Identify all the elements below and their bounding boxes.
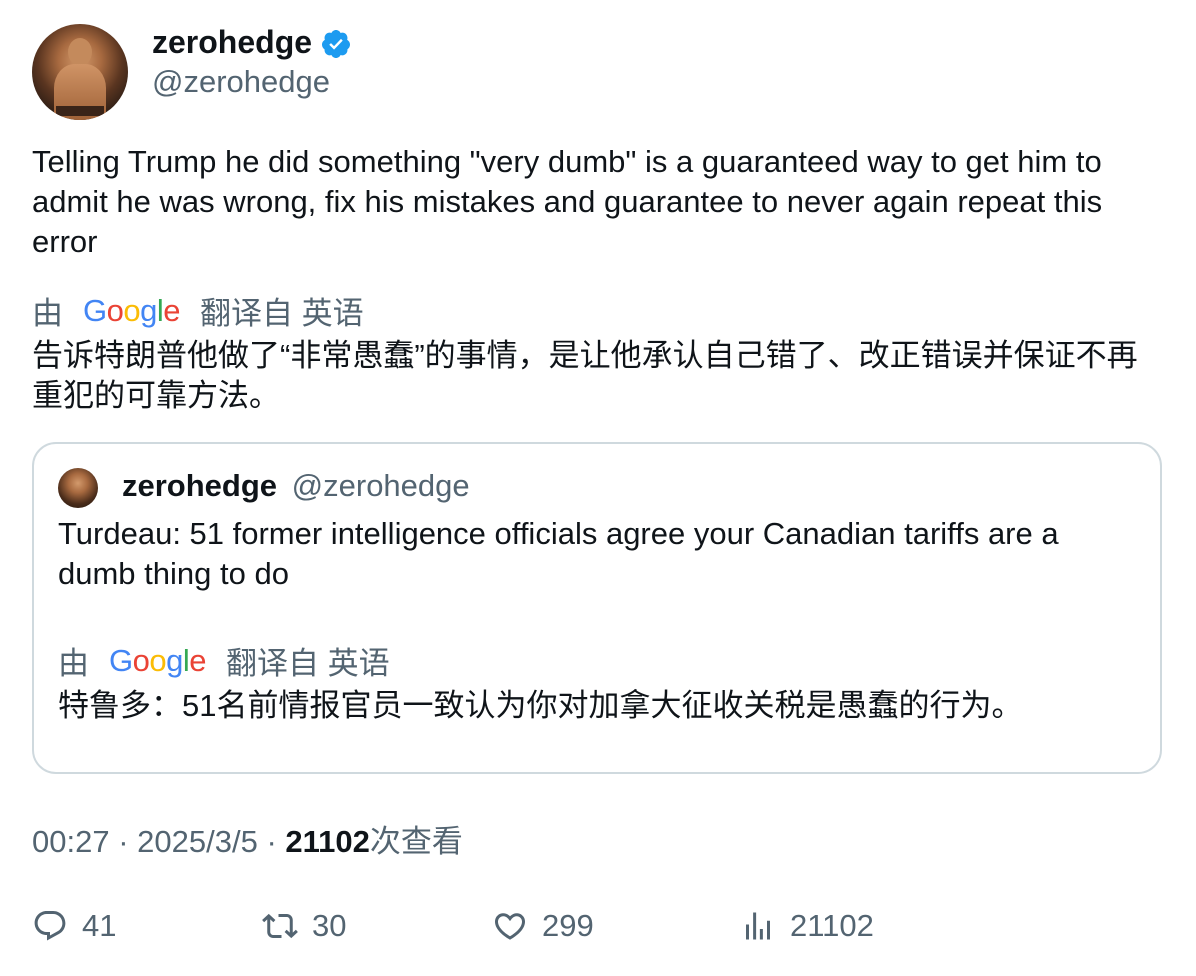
quoted-google-logo[interactable]: Google [109, 643, 207, 679]
quoted-translation-attribution: 由 Google 翻译自 英语 [58, 638, 390, 683]
reply-button[interactable]: 41 [32, 908, 116, 944]
quoted-translation-by: 由 [58, 646, 89, 681]
tweet-time[interactable]: 00:27 [32, 824, 110, 859]
quoted-translated-text: 特鲁多：51名前情报官员一致认为你对加拿大征收关税是愚蠢的行为。 [58, 688, 1023, 723]
analytics-icon [746, 912, 770, 940]
tweet-date[interactable]: 2025/3/5 [137, 824, 258, 859]
quoted-author-avatar [58, 468, 98, 508]
translation-by: 由 [32, 296, 63, 331]
author-name[interactable]: zerohedge [152, 22, 312, 62]
retweet-count: 30 [312, 908, 347, 943]
author-avatar[interactable] [32, 24, 128, 120]
like-button[interactable]: 299 [492, 908, 594, 944]
like-count: 299 [542, 908, 594, 943]
translation-attribution: 由 Google 翻译自 英语 [32, 288, 364, 333]
author-handle[interactable]: @zerohedge [152, 62, 330, 102]
view-count: 21102 [285, 824, 370, 859]
quoted-translation-from-label: 翻译自 英语 [226, 646, 390, 681]
reply-icon [34, 911, 66, 941]
meta-separator: · [118, 824, 129, 859]
action-bar: 41 30 299 21102 [0, 908, 1196, 952]
views-label: 次查看 [369, 824, 463, 859]
quoted-author-handle: @zerohedge [291, 468, 470, 503]
quoted-author-name: zerohedge [122, 468, 278, 503]
quoted-header: zerohedge @zerohedge [122, 466, 470, 506]
views-button[interactable]: 21102 [740, 908, 874, 944]
translated-text: 告诉特朗普他做了“非常愚蠢”的事情，是让他承认自己错了、改正错误并保证不再重犯的… [32, 338, 1138, 413]
retweet-button[interactable]: 30 [262, 908, 346, 944]
heart-icon [494, 913, 526, 940]
tweet-meta: 00:27 · 2025/3/5 · 21102次查看 [32, 822, 463, 862]
quoted-tweet-text: Turdeau: 51 former intelligence official… [58, 516, 1059, 591]
tweet-text: Telling Trump he did something "very dum… [32, 144, 1103, 259]
meta-separator: · [266, 824, 277, 859]
google-logo[interactable]: Google [83, 293, 181, 329]
verified-badge-icon [321, 30, 350, 58]
retweet-icon [262, 913, 298, 939]
quoted-tweet-card[interactable]: zerohedge @zerohedge Turdeau: 51 former … [32, 442, 1162, 774]
views-count: 21102 [790, 908, 874, 943]
translation-from-label: 翻译自 英语 [200, 296, 364, 331]
reply-count: 41 [82, 908, 117, 943]
